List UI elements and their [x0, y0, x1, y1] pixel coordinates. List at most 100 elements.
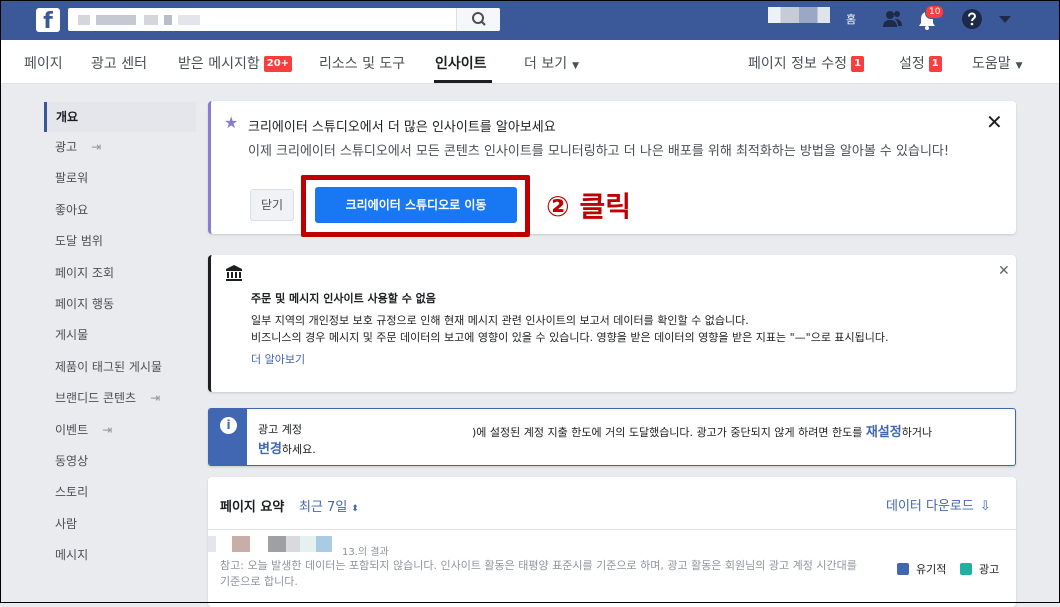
search-icon — [472, 12, 486, 26]
nav-insights[interactable]: 인사이트 — [435, 53, 487, 73]
friend-requests-icon[interactable] — [882, 9, 904, 29]
edit-info-badge: 1 — [851, 56, 865, 72]
period-label: 최근 7일 — [299, 500, 348, 515]
change-link[interactable]: 변경 — [258, 442, 282, 457]
ad-message-text: )에 설정된 계정 지출 한도에 거의 도달했습니다. 광고가 중단되지 않게 … — [472, 426, 866, 439]
facebook-logo[interactable]: f — [36, 8, 60, 32]
info-bar: i — [209, 409, 247, 465]
settings-badge: 1 — [928, 56, 942, 72]
sidebar-item-likes[interactable]: 좋아요 — [44, 195, 196, 226]
account-menu-caret-icon[interactable] — [998, 15, 1012, 25]
star-icon: ★ — [224, 113, 239, 132]
sidebar-item-overview[interactable]: 개요 — [44, 102, 196, 132]
nav-ad-center[interactable]: 광고 센터 — [91, 53, 147, 73]
go-to-creator-studio-button[interactable]: 크리에이터 스튜디오로 이동 — [315, 187, 517, 223]
blurred-date — [316, 536, 332, 552]
period-selector[interactable]: 최근 7일 ⬍ — [299, 496, 359, 515]
nav-label: 페이지 정보 수정 — [748, 56, 848, 72]
sidebar-item-page-actions[interactable]: 페이지 행동 — [44, 289, 196, 320]
sidebar-item-label: 메시지 — [55, 548, 89, 563]
blurred-text — [178, 15, 200, 25]
ad-account-message: )에 설정된 계정 지출 한도에 거의 도달했습니다. 광고가 중단되지 않게 … — [472, 421, 932, 440]
search-input[interactable] — [68, 8, 500, 31]
nav-label: 도움말 — [972, 56, 1011, 72]
sidebar-item-followers[interactable]: 팔로워 — [44, 163, 196, 194]
sidebar-item-ads[interactable]: 광고 ⇥ — [44, 132, 196, 163]
summary-note: 참고: 오늘 발생한 데이터는 포함되지 않습니다. 인사이트 활동은 태평양 … — [220, 559, 857, 588]
nav-more[interactable]: 더 보기 ▼ — [524, 53, 579, 73]
nav-settings[interactable]: 설정 1 — [899, 53, 942, 73]
sidebar-item-label: 게시물 — [55, 328, 89, 343]
search-button[interactable] — [456, 8, 500, 31]
caret-down-icon: ▼ — [572, 61, 580, 71]
ad-message-text: 하거나 — [901, 426, 933, 439]
sidebar-item-branded-content[interactable]: 브랜디드 콘텐츠 ⇥ — [44, 383, 196, 414]
sidebar-item-videos[interactable]: 동영상 — [44, 446, 196, 477]
dismiss-button[interactable]: 닫기 — [250, 189, 294, 221]
sidebar-item-people[interactable]: 사람 — [44, 509, 196, 540]
sidebar-item-label: 페이지 행동 — [55, 296, 115, 311]
nav-label: 광고 센터 — [91, 56, 147, 72]
blurred-text — [164, 15, 172, 25]
sidebar-item-page-views[interactable]: 페이지 조회 — [44, 258, 196, 289]
legend-swatch — [960, 563, 972, 575]
legend-label: 유기적 — [916, 563, 947, 576]
legend-swatch — [897, 563, 909, 575]
blurred-date — [300, 536, 316, 552]
sidebar-item-label: 개요 — [56, 110, 79, 124]
sort-icon: ⬍ — [351, 504, 359, 514]
sidebar-item-label: 페이지 조회 — [55, 265, 115, 280]
sidebar-item-messages[interactable]: 메시지 — [44, 540, 196, 571]
close-icon[interactable]: ✕ — [998, 263, 1010, 279]
divider — [208, 529, 1016, 530]
blurred-text — [78, 15, 90, 25]
profile-avatar[interactable] — [768, 7, 830, 23]
nav-label: 설정 — [899, 56, 925, 72]
external-link-icon: ⇥ — [91, 140, 102, 154]
learn-more-link[interactable]: 더 알아보기 — [251, 351, 305, 367]
ad-account-message-line2: 변경하세요. — [258, 438, 316, 457]
sidebar-item-label: 스토리 — [55, 485, 89, 500]
reset-link[interactable]: 재설정 — [866, 425, 902, 440]
nav-resources-tools[interactable]: 리소스 및 도구 — [319, 53, 405, 73]
home-link[interactable]: 홈 — [846, 11, 856, 27]
click-annotation: ② 클릭 — [546, 190, 631, 223]
external-link-icon: ⇥ — [150, 391, 161, 406]
ad-account-limit-card: i 광고 계정 )에 설정된 계정 지출 한도에 거의 도달했습니다. 광고가 … — [208, 408, 1016, 466]
page-summary-card: 페이지 요약 최근 7일 ⬍ 데이터 다운로드 ⇩ 13.의 결과 참고: 오늘 발… — [208, 477, 1016, 607]
blurred-date — [232, 536, 250, 552]
sidebar-item-posts[interactable]: 게시물 — [44, 320, 196, 351]
blurred-date — [286, 536, 300, 552]
bank-icon — [226, 265, 242, 281]
blurred-date — [208, 536, 216, 552]
nav-page[interactable]: 페이지 — [24, 53, 63, 73]
sidebar-item-reach[interactable]: 도달 범위 — [44, 226, 196, 257]
nav-label: 더 보기 — [524, 56, 568, 72]
notice-title: 주문 및 메시지 인사이트 사용할 수 없음 — [251, 292, 436, 305]
sidebar-item-stories[interactable]: 스토리 — [44, 477, 196, 508]
notice-line: 비즈니스의 경우 메시지 및 주문 데이터의 보고에 영향이 있을 수 있습니다… — [251, 331, 889, 344]
sidebar-item-tagged-product-posts[interactable]: 제품이 태그된 게시물 — [44, 352, 196, 383]
blurred-text — [144, 15, 158, 25]
download-data-link[interactable]: 데이터 다운로드 ⇩ — [886, 495, 991, 514]
nav-label: 페이지 — [24, 56, 63, 72]
sidebar-item-label: 좋아요 — [55, 202, 89, 217]
creator-card-description: 이제 크리에이터 스튜디오에서 모든 콘텐츠 인사이트를 모니터링하고 더 나은… — [248, 144, 950, 159]
notice-line: 일부 지역의 개인정보 보호 규정으로 인해 현재 메시지 관련 인사이트의 보… — [251, 314, 749, 327]
help-icon[interactable] — [961, 8, 983, 30]
download-icon: ⇩ — [979, 499, 991, 514]
notification-count-badge: 10 — [925, 5, 945, 19]
sidebar-item-label: 이벤트 — [55, 422, 89, 437]
legend-ads: 광고 — [960, 561, 999, 577]
sidebar-item-label: 팔로워 — [55, 171, 89, 186]
message-insights-notice-card: ✕ 주문 및 메시지 인사이트 사용할 수 없음 일부 지역의 개인정보 보호 … — [208, 255, 1016, 392]
nav-edit-page-info[interactable]: 페이지 정보 수정 1 — [748, 53, 865, 73]
sidebar-item-label: 사람 — [55, 516, 78, 531]
sidebar-item-label: 광고 — [55, 140, 78, 154]
ad-message-text: 하세요. — [281, 443, 316, 456]
nav-inbox[interactable]: 받은 메시지함 20+ — [178, 53, 293, 73]
nav-help[interactable]: 도움말 ▼ — [972, 53, 1023, 73]
sidebar-item-label: 브랜디드 콘텐츠 — [55, 391, 137, 406]
sidebar-item-events[interactable]: 이벤트 ⇥ — [44, 415, 196, 446]
close-icon[interactable]: ✕ — [986, 112, 1003, 132]
